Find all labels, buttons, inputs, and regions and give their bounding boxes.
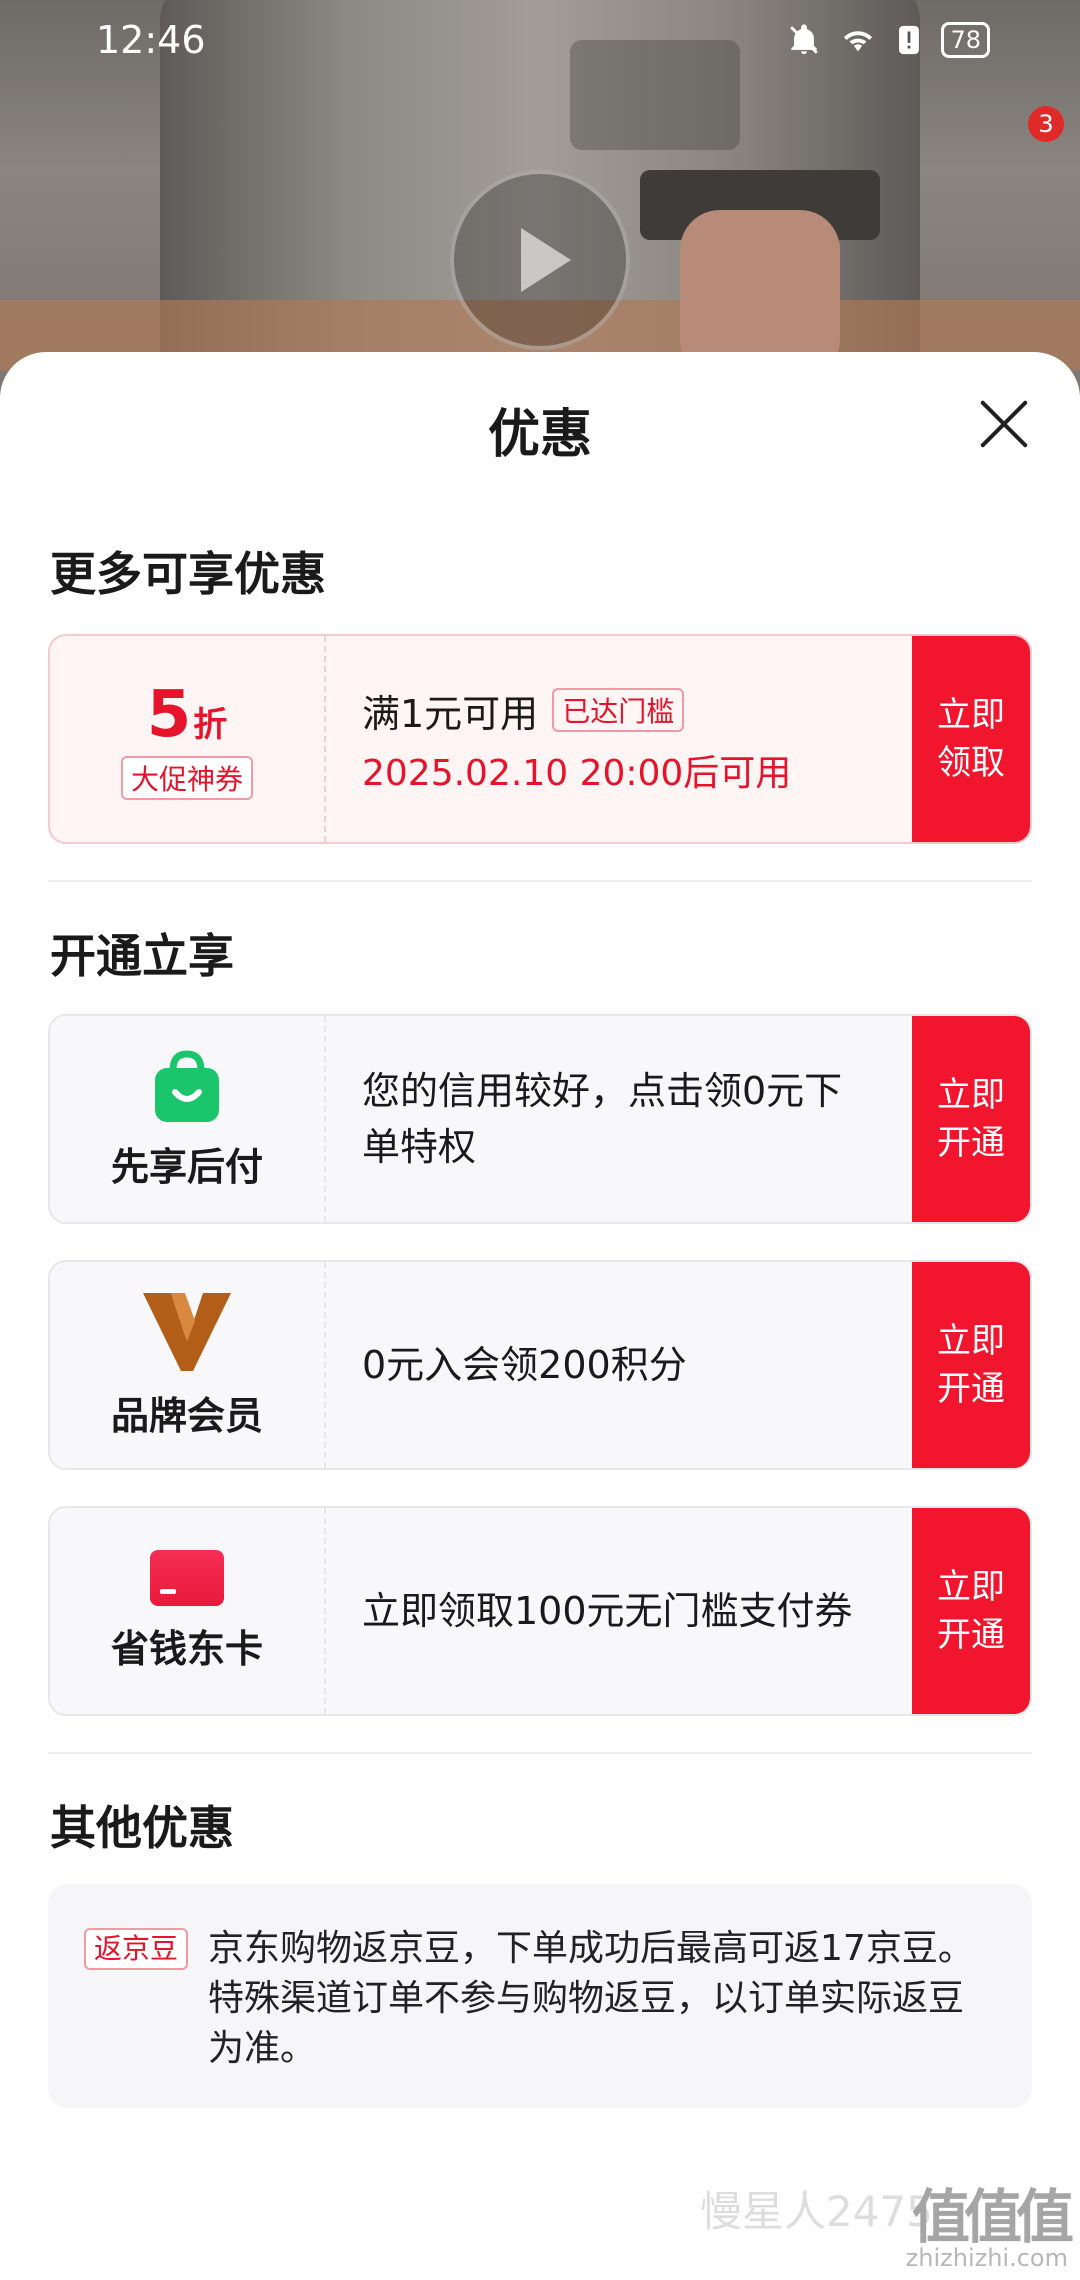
service-name: 先享后付 [110,1144,263,1189]
service-name: 品牌会员 [110,1393,263,1438]
brand-v-icon [143,1292,231,1371]
activate-brand-member-button[interactable]: 立即开通 [912,1262,1030,1468]
watermark: 慢星人2475 值值值 zhizhizhi.com [700,2170,1080,2280]
section-title-open: 开通立享 [50,929,234,983]
coupon-valid-time: 2025.02.10 20:00后可用 [362,752,792,794]
watermark-url: zhizhizhi.com [905,2244,1068,2272]
jingdou-tag: 返京豆 [84,1928,189,1970]
divider [48,1752,1032,1754]
sheet-title: 优惠 [487,405,592,465]
watermark-left: 慢星人2475 [700,2187,933,2236]
service-card-brand-member: 品牌会员 0元入会领200积分 立即开通 [48,1260,1032,1470]
service-desc: 0元入会领200积分 [362,1343,687,1387]
notification-badge: 3 [1028,106,1064,142]
shopping-bag-icon [155,1049,219,1122]
coupon-discount: 5 折 [147,678,228,752]
section-title-other: 其他优惠 [50,1801,234,1855]
service-card-pay-later: 先享后付 您的信用较好，点击领0元下单特权 立即开通 [48,1014,1032,1224]
status-time: 12:46 [96,18,206,62]
play-icon [521,228,571,292]
close-icon[interactable] [976,396,1032,452]
divider [48,880,1032,882]
alert-icon [899,25,920,55]
service-desc: 您的信用较好，点击领0元下单特权 [362,1069,843,1169]
status-icons: 78 [787,22,990,58]
bell-off-icon [790,24,819,55]
coupon-card: 5 折 大促神券 满1元可用 已达门槛 2025.02.10 20:00后可用 … [48,634,1032,844]
jingdou-offer: 返京豆 京东购物返京豆，下单成功后最高可返17京豆。特殊渠道订单不参与购物返豆，… [48,1884,1032,2108]
status-bar: 12:46 78 [0,0,1080,80]
service-desc: 立即领取100元无门槛支付券 [362,1589,853,1633]
discount-unit: 折 [193,705,228,745]
card-icon [150,1549,224,1606]
section-title-more: 更多可享优惠 [50,547,326,601]
service-card-saving-card: 省钱东卡 立即领取100元无门槛支付券 立即开通 [48,1506,1032,1716]
activate-saving-card-button[interactable]: 立即开通 [912,1508,1030,1714]
coupon-tag: 大促神券 [120,756,253,800]
claim-coupon-button[interactable]: 立即领取 [912,636,1030,842]
battery-indicator: 78 [941,22,990,58]
reached-badge: 已达门槛 [552,688,685,732]
play-button[interactable] [450,170,630,350]
watermark-logo: 值值值 [911,2183,1074,2251]
activate-pay-later-button[interactable]: 立即开通 [912,1016,1030,1222]
coupon-condition: 满1元可用 [362,691,539,736]
coupon-info: 满1元可用 已达门槛 2025.02.10 20:00后可用 [326,636,912,842]
discount-value: 5 [146,678,192,752]
coupon-left: 5 折 大促神券 [50,636,326,842]
wifi-icon [844,31,873,52]
jingdou-text: 京东购物返京豆，下单成功后最高可返17京豆。特殊渠道订单不参与购物返豆，以订单实… [208,1928,974,2069]
service-name: 省钱东卡 [110,1626,263,1671]
